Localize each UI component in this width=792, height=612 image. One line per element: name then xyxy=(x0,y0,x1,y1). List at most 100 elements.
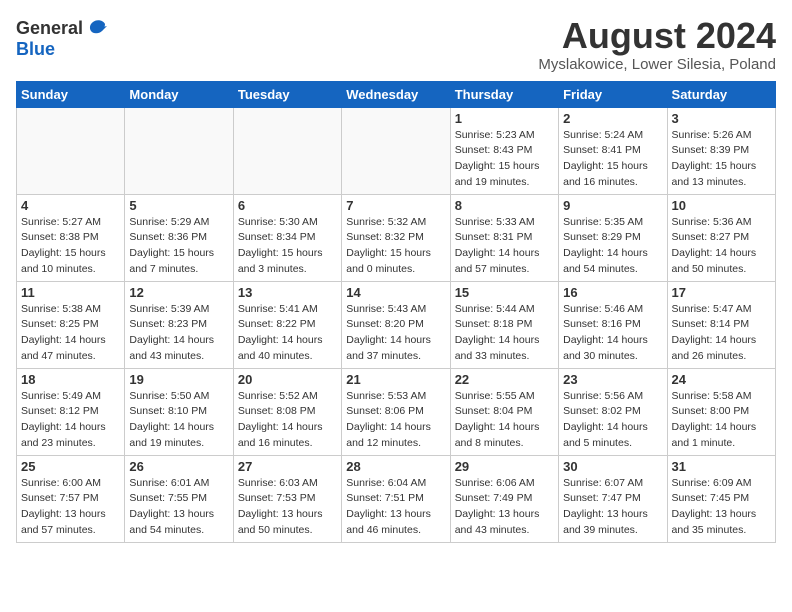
calendar-header-row: SundayMondayTuesdayWednesdayThursdayFrid… xyxy=(17,81,776,107)
day-number: 3 xyxy=(672,111,771,126)
day-info: Sunrise: 6:00 AMSunset: 7:57 PMDaylight:… xyxy=(21,476,120,539)
day-info: Sunrise: 5:35 AMSunset: 8:29 PMDaylight:… xyxy=(563,215,662,278)
calendar-day-cell: 24 Sunrise: 5:58 AMSunset: 8:00 PMDayligh… xyxy=(667,368,775,455)
day-info: Sunrise: 5:27 AMSunset: 8:38 PMDaylight:… xyxy=(21,215,120,278)
day-number: 7 xyxy=(346,198,445,213)
day-info: Sunrise: 5:47 AMSunset: 8:14 PMDaylight:… xyxy=(672,302,771,365)
day-number: 30 xyxy=(563,459,662,474)
day-number: 21 xyxy=(346,372,445,387)
day-number: 10 xyxy=(672,198,771,213)
calendar-day-cell: 27 Sunrise: 6:03 AMSunset: 7:53 PMDayligh… xyxy=(233,455,341,542)
day-number: 17 xyxy=(672,285,771,300)
calendar-day-cell: 23 Sunrise: 5:56 AMSunset: 8:02 PMDayligh… xyxy=(559,368,667,455)
calendar-day-cell: 19 Sunrise: 5:50 AMSunset: 8:10 PMDayligh… xyxy=(125,368,233,455)
calendar-day-cell: 11Sunrise: 5:38 AMSunset: 8:25 PMDayligh… xyxy=(17,281,125,368)
day-number: 14 xyxy=(346,285,445,300)
day-number: 1 xyxy=(455,111,554,126)
calendar-day-cell: 12 Sunrise: 5:39 AMSunset: 8:23 PMDayligh… xyxy=(125,281,233,368)
logo-bird-icon xyxy=(85,16,109,40)
calendar-week-row: 11Sunrise: 5:38 AMSunset: 8:25 PMDayligh… xyxy=(17,281,776,368)
day-info: Sunrise: 5:44 AMSunset: 8:18 PMDaylight:… xyxy=(455,302,554,365)
logo-general: General xyxy=(16,19,83,37)
day-info: Sunrise: 6:01 AMSunset: 7:55 PMDaylight:… xyxy=(129,476,228,539)
day-info: Sunrise: 5:29 AMSunset: 8:36 PMDaylight:… xyxy=(129,215,228,278)
day-info: Sunrise: 5:39 AMSunset: 8:23 PMDaylight:… xyxy=(129,302,228,365)
day-number: 19 xyxy=(129,372,228,387)
calendar-day-cell: 7 Sunrise: 5:32 AMSunset: 8:32 PMDaylight… xyxy=(342,194,450,281)
calendar-day-cell: 15 Sunrise: 5:44 AMSunset: 8:18 PMDayligh… xyxy=(450,281,558,368)
calendar-day-cell: 4 Sunrise: 5:27 AMSunset: 8:38 PMDaylight… xyxy=(17,194,125,281)
day-number: 12 xyxy=(129,285,228,300)
calendar-day-cell: 16 Sunrise: 5:46 AMSunset: 8:16 PMDayligh… xyxy=(559,281,667,368)
calendar-day-header: Wednesday xyxy=(342,81,450,107)
calendar-day-cell: 20Sunrise: 5:52 AMSunset: 8:08 PMDayligh… xyxy=(233,368,341,455)
day-number: 6 xyxy=(238,198,337,213)
calendar-day-cell: 30 Sunrise: 6:07 AMSunset: 7:47 PMDayligh… xyxy=(559,455,667,542)
day-info: Sunrise: 5:32 AMSunset: 8:32 PMDaylight:… xyxy=(346,215,445,278)
day-number: 25 xyxy=(21,459,120,474)
calendar-day-cell: 3 Sunrise: 5:26 AMSunset: 8:39 PMDaylight… xyxy=(667,107,775,194)
day-number: 23 xyxy=(563,372,662,387)
day-number: 26 xyxy=(129,459,228,474)
day-info: Sunrise: 5:33 AMSunset: 8:31 PMDaylight:… xyxy=(455,215,554,278)
calendar-day-cell: 17 Sunrise: 5:47 AMSunset: 8:14 PMDayligh… xyxy=(667,281,775,368)
calendar-day-header: Monday xyxy=(125,81,233,107)
day-info: Sunrise: 5:58 AMSunset: 8:00 PMDaylight:… xyxy=(672,389,771,452)
calendar-day-cell: 25 Sunrise: 6:00 AMSunset: 7:57 PMDayligh… xyxy=(17,455,125,542)
calendar-day-cell: 6 Sunrise: 5:30 AMSunset: 8:34 PMDaylight… xyxy=(233,194,341,281)
day-number: 27 xyxy=(238,459,337,474)
calendar-day-cell: 22Sunrise: 5:55 AMSunset: 8:04 PMDayligh… xyxy=(450,368,558,455)
calendar-day-cell: 1Sunrise: 5:23 AMSunset: 8:43 PMDaylight… xyxy=(450,107,558,194)
calendar-week-row: 4 Sunrise: 5:27 AMSunset: 8:38 PMDaylight… xyxy=(17,194,776,281)
day-info: Sunrise: 5:43 AMSunset: 8:20 PMDaylight:… xyxy=(346,302,445,365)
calendar-day-cell: 18Sunrise: 5:49 AMSunset: 8:12 PMDayligh… xyxy=(17,368,125,455)
calendar-day-cell: 28 Sunrise: 6:04 AMSunset: 7:51 PMDayligh… xyxy=(342,455,450,542)
calendar-week-row: 1Sunrise: 5:23 AMSunset: 8:43 PMDaylight… xyxy=(17,107,776,194)
calendar-day-cell: 5 Sunrise: 5:29 AMSunset: 8:36 PMDaylight… xyxy=(125,194,233,281)
calendar-day-cell xyxy=(342,107,450,194)
calendar-day-cell xyxy=(17,107,125,194)
day-number: 4 xyxy=(21,198,120,213)
calendar-day-cell: 31Sunrise: 6:09 AMSunset: 7:45 PMDayligh… xyxy=(667,455,775,542)
day-number: 5 xyxy=(129,198,228,213)
calendar-table: SundayMondayTuesdayWednesdayThursdayFrid… xyxy=(16,81,776,543)
day-info: Sunrise: 5:30 AMSunset: 8:34 PMDaylight:… xyxy=(238,215,337,278)
calendar-day-cell xyxy=(125,107,233,194)
day-info: Sunrise: 6:03 AMSunset: 7:53 PMDaylight:… xyxy=(238,476,337,539)
calendar-day-cell: 9Sunrise: 5:35 AMSunset: 8:29 PMDaylight… xyxy=(559,194,667,281)
day-info: Sunrise: 5:41 AMSunset: 8:22 PMDaylight:… xyxy=(238,302,337,365)
day-number: 29 xyxy=(455,459,554,474)
calendar-week-row: 18Sunrise: 5:49 AMSunset: 8:12 PMDayligh… xyxy=(17,368,776,455)
day-number: 22 xyxy=(455,372,554,387)
day-number: 13 xyxy=(238,285,337,300)
day-number: 15 xyxy=(455,285,554,300)
day-info: Sunrise: 5:24 AMSunset: 8:41 PMDaylight:… xyxy=(563,128,662,191)
day-info: Sunrise: 5:46 AMSunset: 8:16 PMDaylight:… xyxy=(563,302,662,365)
day-info: Sunrise: 5:36 AMSunset: 8:27 PMDaylight:… xyxy=(672,215,771,278)
day-info: Sunrise: 5:50 AMSunset: 8:10 PMDaylight:… xyxy=(129,389,228,452)
calendar-day-header: Tuesday xyxy=(233,81,341,107)
day-number: 16 xyxy=(563,285,662,300)
calendar-day-header: Friday xyxy=(559,81,667,107)
calendar-day-header: Thursday xyxy=(450,81,558,107)
calendar-week-row: 25 Sunrise: 6:00 AMSunset: 7:57 PMDayligh… xyxy=(17,455,776,542)
day-number: 28 xyxy=(346,459,445,474)
day-number: 2 xyxy=(563,111,662,126)
day-number: 11 xyxy=(21,285,120,300)
day-number: 24 xyxy=(672,372,771,387)
calendar-day-cell: 26 Sunrise: 6:01 AMSunset: 7:55 PMDayligh… xyxy=(125,455,233,542)
calendar-day-cell: 29Sunrise: 6:06 AMSunset: 7:49 PMDayligh… xyxy=(450,455,558,542)
calendar-day-cell: 10 Sunrise: 5:36 AMSunset: 8:27 PMDayligh… xyxy=(667,194,775,281)
day-info: Sunrise: 5:52 AMSunset: 8:08 PMDaylight:… xyxy=(238,389,337,452)
day-info: Sunrise: 6:07 AMSunset: 7:47 PMDaylight:… xyxy=(563,476,662,539)
day-info: Sunrise: 6:04 AMSunset: 7:51 PMDaylight:… xyxy=(346,476,445,539)
calendar-day-cell: 14 Sunrise: 5:43 AMSunset: 8:20 PMDayligh… xyxy=(342,281,450,368)
calendar-day-cell xyxy=(233,107,341,194)
main-title: August 2024 xyxy=(538,16,776,56)
day-info: Sunrise: 5:49 AMSunset: 8:12 PMDaylight:… xyxy=(21,389,120,452)
day-info: Sunrise: 5:56 AMSunset: 8:02 PMDaylight:… xyxy=(563,389,662,452)
day-info: Sunrise: 5:26 AMSunset: 8:39 PMDaylight:… xyxy=(672,128,771,191)
logo: General Blue xyxy=(16,16,109,60)
calendar-day-cell: 13 Sunrise: 5:41 AMSunset: 8:22 PMDayligh… xyxy=(233,281,341,368)
title-block: August 2024 Myslakowice, Lower Silesia, … xyxy=(538,16,776,73)
